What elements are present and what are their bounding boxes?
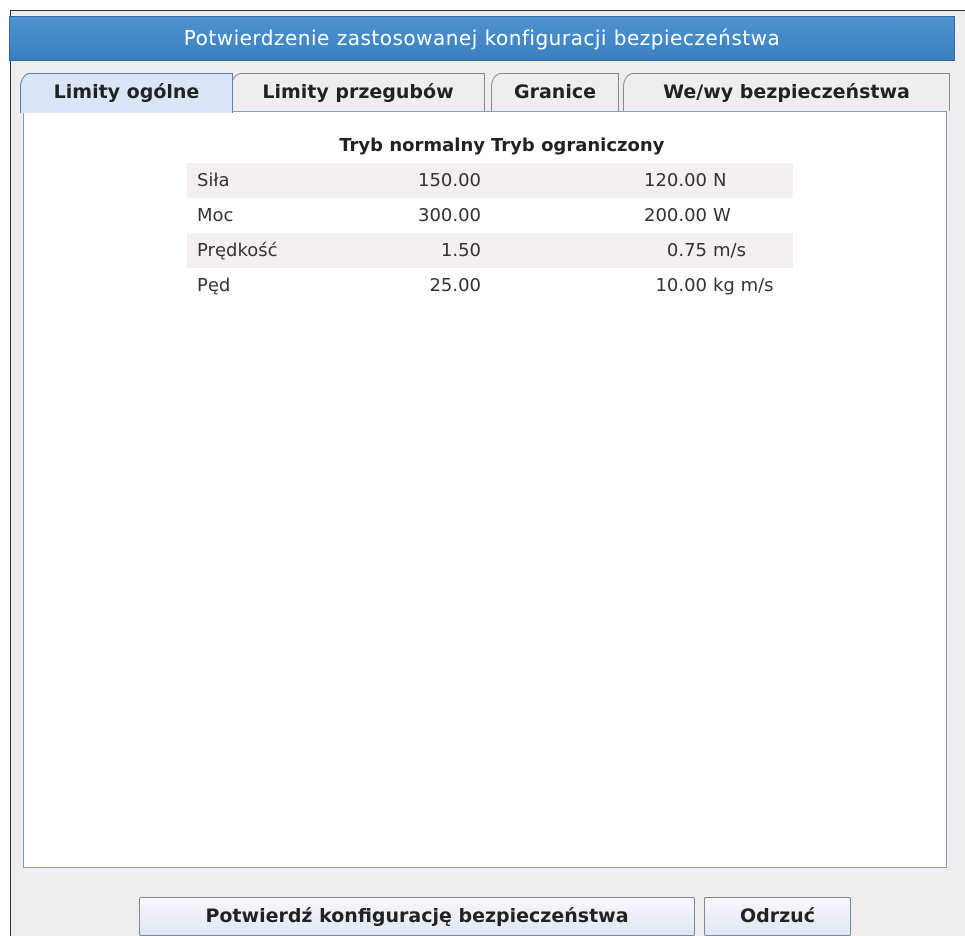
normal-value: 1.50: [297, 233, 491, 268]
tab-content-panel: Tryb normalny Tryb ograniczony Siła 150.…: [23, 111, 947, 868]
header-reduced-mode: Tryb ograniczony: [491, 134, 665, 156]
normal-value: 25.00: [429, 275, 481, 296]
tab-joint-limits[interactable]: Limity przegubów: [231, 73, 485, 111]
table-row: Prędkość 1.50 0.75 m/s: [187, 233, 793, 268]
reduced-value: 200.00: [644, 205, 707, 226]
tab-safety-io[interactable]: We/wy bezpieczeństwa: [623, 73, 950, 111]
row-label: Moc: [197, 205, 234, 226]
row-label: Prędkość: [187, 233, 297, 268]
tab-general-limits[interactable]: Limity ogólne: [20, 73, 233, 113]
table-header-row: Tryb normalny Tryb ograniczony: [187, 127, 793, 163]
row-label: Pęd: [197, 275, 231, 296]
table-row: Pęd 25.00 10.00 kg m/s: [187, 268, 793, 303]
reject-button[interactable]: Odrzuć: [704, 897, 851, 936]
limits-table: Tryb normalny Tryb ograniczony Siła 150.…: [187, 127, 793, 303]
row-label: Siła: [187, 163, 297, 198]
table-row: Siła 150.00 120.00 N: [187, 163, 793, 198]
unit: m/s: [713, 233, 793, 268]
header-empty: [187, 127, 297, 163]
reduced-value: 0.75: [491, 233, 713, 268]
tab-boundaries[interactable]: Granice: [491, 73, 619, 111]
reduced-value: 120.00: [491, 163, 713, 198]
tab-bar: Limity ogólne Limity przegubów Granice W…: [20, 73, 950, 113]
confirm-safety-button[interactable]: Potwierdź konfigurację bezpieczeństwa: [139, 897, 695, 936]
normal-value: 150.00: [297, 163, 491, 198]
unit: W: [713, 205, 731, 226]
reduced-value: 10.00: [655, 275, 707, 296]
unit: kg m/s: [713, 275, 774, 296]
header-normal-mode: Tryb normalny: [339, 134, 485, 156]
normal-value: 300.00: [418, 205, 481, 226]
table-row: Moc 300.00 200.00 W: [187, 198, 793, 233]
unit: N: [713, 163, 793, 198]
dialog-title: Potwierdzenie zastosowanej konfiguracji …: [9, 16, 955, 61]
